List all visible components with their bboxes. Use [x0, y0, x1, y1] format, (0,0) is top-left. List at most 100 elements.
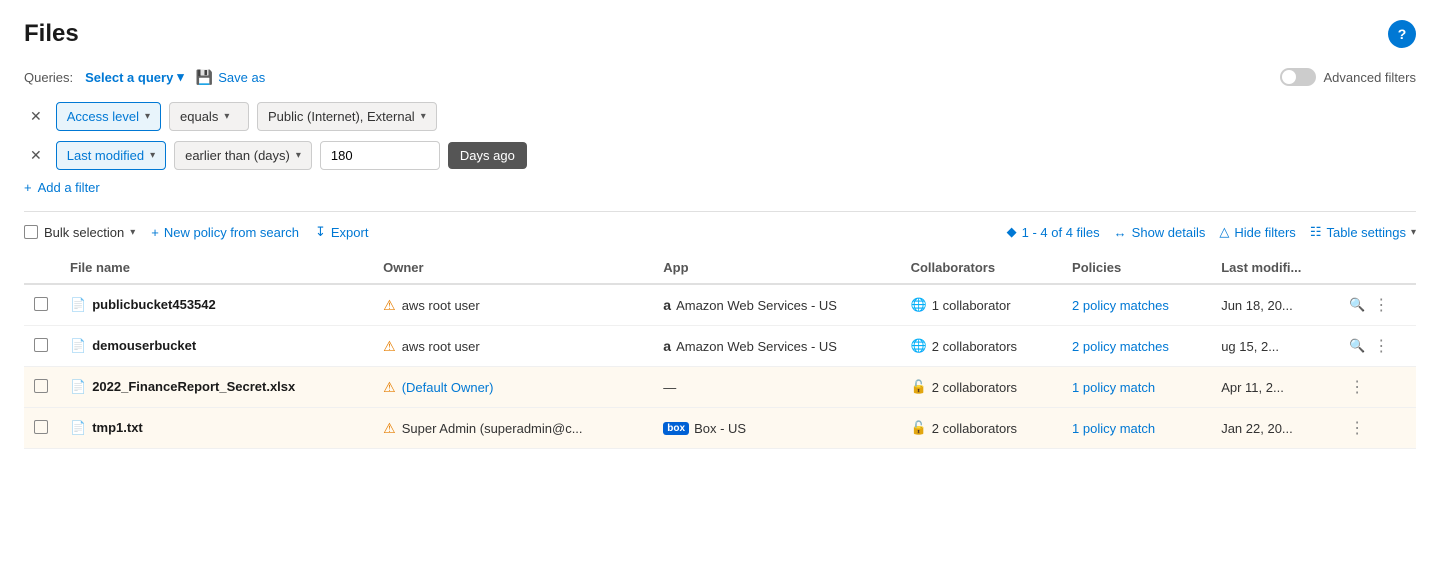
filter-remove-button-1[interactable]: ✕ — [24, 106, 48, 127]
filter-value-input-2[interactable] — [320, 141, 440, 170]
collaborators-count: 2 collaborators — [932, 421, 1017, 436]
expand-icon: ↔ — [1114, 225, 1127, 240]
select-query-button[interactable]: Select a query ▾ — [85, 69, 184, 85]
more-actions-icon[interactable]: ⋮ — [1349, 418, 1365, 438]
chevron-down-icon: ▾ — [145, 111, 150, 122]
last-modified: Jan 22, 20... — [1211, 408, 1339, 449]
export-button[interactable]: ↧ Export — [315, 224, 368, 240]
filter-row-access-level: ✕ Access level ▾ equals ▾ Public (Intern… — [24, 102, 1416, 131]
filter-field-dropdown-1[interactable]: Access level ▾ — [56, 102, 161, 131]
plus-icon: + — [24, 180, 32, 195]
filter-value-dropdown-1[interactable]: Public (Internet), External ▾ — [257, 102, 437, 131]
col-policies: Policies — [1062, 252, 1211, 284]
chevron-down-icon: ▾ — [296, 150, 301, 161]
table-settings-button[interactable]: ☷ Table settings ▾ — [1310, 224, 1416, 240]
app-name: Amazon Web Services - US — [676, 339, 837, 354]
filter-row-last-modified: ✕ Last modified ▾ earlier than (days) ▾ … — [24, 141, 1416, 170]
chevron-down-icon: ▾ — [421, 111, 426, 122]
file-name: publicbucket453542 — [92, 297, 216, 312]
filter-field-dropdown-2[interactable]: Last modified ▾ — [56, 141, 166, 170]
search-row-icon[interactable]: 🔍 — [1349, 338, 1365, 354]
filter-operator-label-2: earlier than (days) — [185, 148, 290, 163]
results-count: ◆ 1 - 4 of 4 files — [1007, 224, 1100, 240]
filter-field-label-1: Access level — [67, 109, 139, 124]
advanced-filters-toggle[interactable]: Advanced filters — [1280, 68, 1417, 86]
owner-name: aws root user — [402, 339, 480, 354]
page-title: Files — [24, 20, 79, 48]
col-last-modified: Last modifi... — [1211, 252, 1339, 284]
advanced-filters-toggle-switch[interactable] — [1280, 68, 1316, 86]
add-filter-button[interactable]: + Add a filter — [24, 180, 100, 195]
warning-icon: ⚠ — [383, 379, 396, 396]
bulk-selection-button[interactable]: Bulk selection ▾ — [24, 225, 135, 240]
policy-matches[interactable]: 2 policy matches — [1072, 339, 1169, 354]
file-name: 2022_FinanceReport_Secret.xlsx — [92, 379, 295, 394]
search-row-icon[interactable]: 🔍 — [1349, 297, 1365, 313]
table-row: 📄 2022_FinanceReport_Secret.xlsx ⚠ (Defau… — [24, 367, 1416, 408]
files-table: File name Owner App Collaborators Polici… — [24, 252, 1416, 449]
lock-icon: 🔓 — [911, 379, 927, 395]
bulk-checkbox — [24, 225, 38, 239]
chevron-down-icon: ▾ — [150, 150, 155, 161]
filter-operator-dropdown-2[interactable]: earlier than (days) ▾ — [174, 141, 312, 170]
more-actions-icon[interactable]: ⋮ — [1373, 295, 1389, 315]
dash-icon: — — [663, 380, 676, 395]
advanced-filters-label: Advanced filters — [1324, 70, 1417, 85]
warning-icon: ⚠ — [383, 297, 396, 314]
row-checkbox[interactable] — [34, 379, 48, 393]
owner-name: (Default Owner) — [402, 380, 494, 395]
more-actions-icon[interactable]: ⋮ — [1373, 336, 1389, 356]
row-checkbox[interactable] — [34, 420, 48, 434]
box-icon: box — [663, 422, 689, 435]
queries-label: Queries: — [24, 70, 73, 85]
help-button[interactable]: ? — [1388, 20, 1416, 48]
file-icon: 📄 — [70, 338, 86, 353]
save-as-button[interactable]: 💾 Save as — [196, 69, 265, 86]
more-actions-icon[interactable]: ⋮ — [1349, 377, 1365, 397]
last-modified: ug 15, 2... — [1211, 326, 1339, 367]
warning-icon: ⚠ — [383, 420, 396, 437]
export-label: Export — [331, 225, 369, 240]
amazon-icon: a — [663, 338, 671, 354]
filter-value-label-1: Public (Internet), External — [268, 109, 415, 124]
col-collaborators: Collaborators — [901, 252, 1062, 284]
chevron-down-icon: ▾ — [224, 111, 229, 122]
table-row: 📄 demouserbucket ⚠ aws root user a Amazon … — [24, 326, 1416, 367]
funnel-icon: ◆ — [1007, 224, 1017, 240]
last-modified: Apr 11, 2... — [1211, 367, 1339, 408]
days-ago-button[interactable]: Days ago — [448, 142, 527, 169]
save-icon: 💾 — [196, 69, 213, 86]
row-checkbox[interactable] — [34, 297, 48, 311]
download-icon: ↧ — [315, 224, 326, 240]
hide-filters-button[interactable]: △ Hide filters — [1219, 224, 1295, 240]
file-icon: 📄 — [70, 379, 86, 394]
table-icon: ☷ — [1310, 224, 1322, 240]
warning-icon: ⚠ — [383, 338, 396, 355]
filter-operator-dropdown-1[interactable]: equals ▾ — [169, 102, 249, 131]
table-header-row: File name Owner App Collaborators Polici… — [24, 252, 1416, 284]
col-filename: File name — [60, 252, 373, 284]
plus-icon: + — [151, 225, 159, 240]
file-name: tmp1.txt — [92, 420, 143, 435]
collaborators-count: 2 collaborators — [932, 380, 1017, 395]
row-checkbox[interactable] — [34, 338, 48, 352]
show-details-button[interactable]: ↔ Show details — [1114, 225, 1206, 240]
policy-matches[interactable]: 1 policy match — [1072, 421, 1155, 436]
bulk-selection-label: Bulk selection — [44, 225, 124, 240]
toolbar-right: ◆ 1 - 4 of 4 files ↔ Show details △ Hide… — [1007, 224, 1416, 240]
app-name: Amazon Web Services - US — [676, 298, 837, 313]
toolbar: Bulk selection ▾ + New policy from searc… — [24, 224, 1416, 240]
policy-matches[interactable]: 2 policy matches — [1072, 298, 1169, 313]
new-policy-button[interactable]: + New policy from search — [151, 225, 299, 240]
collaborators-count: 1 collaborator — [932, 298, 1011, 313]
file-icon: 📄 — [70, 420, 86, 435]
chevron-down-icon: ▾ — [177, 69, 184, 85]
divider — [24, 211, 1416, 212]
filter-icon: △ — [1219, 224, 1229, 240]
file-name: demouserbucket — [92, 338, 196, 353]
policy-matches[interactable]: 1 policy match — [1072, 380, 1155, 395]
new-policy-label: New policy from search — [164, 225, 299, 240]
owner-name: aws root user — [402, 298, 480, 313]
filter-remove-button-2[interactable]: ✕ — [24, 145, 48, 166]
col-actions — [1339, 252, 1416, 284]
